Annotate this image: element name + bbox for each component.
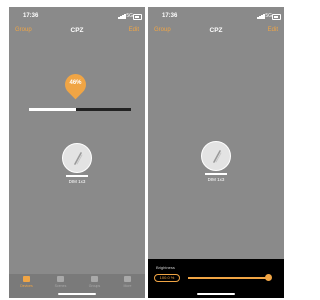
- home-indicator: [197, 293, 235, 295]
- lamp-icon: [213, 150, 222, 163]
- device-divider: [205, 173, 227, 175]
- page-title: CPZ: [209, 27, 223, 34]
- edit-button[interactable]: Edit: [129, 27, 139, 33]
- brightness-slider-fill: [29, 108, 76, 111]
- tab-label: Groups: [88, 284, 101, 288]
- device-button[interactable]: [62, 143, 92, 173]
- device-button[interactable]: [201, 141, 231, 171]
- device-name: DIM 1x3: [68, 179, 86, 184]
- signal-icon: [257, 14, 265, 19]
- page-title: CPZ: [70, 27, 84, 34]
- tab-label: Scenes: [54, 284, 67, 288]
- brightness-label: Brightness: [156, 265, 175, 270]
- nav-bar: Group CPZ Edit: [9, 27, 145, 39]
- nav-bar: Group CPZ Edit: [148, 27, 284, 39]
- signal-icon: [118, 14, 126, 19]
- brightness-slider-handle[interactable]: [265, 274, 272, 281]
- tab-label: Devices: [20, 284, 33, 288]
- status-bar: 17:36 5G: [148, 13, 284, 23]
- groups-icon: [91, 276, 98, 282]
- brightness-value-pill: 100.0 %: [154, 274, 180, 282]
- brightness-slider[interactable]: [29, 108, 131, 111]
- phone-screen-right: 17:36 5G Group CPZ Edit DIM 1x3 Brightne…: [148, 7, 284, 298]
- tab-devices[interactable]: Devices: [13, 276, 40, 292]
- tab-groups[interactable]: Groups: [81, 276, 108, 292]
- network-label: 5G: [126, 13, 133, 19]
- status-bar: 17:36 5G: [9, 13, 145, 23]
- devices-icon: [23, 276, 30, 282]
- device-divider: [66, 175, 88, 177]
- edit-button[interactable]: Edit: [268, 27, 278, 33]
- more-icon: [124, 276, 131, 282]
- tab-more[interactable]: More: [114, 276, 141, 292]
- tab-label: More: [123, 284, 132, 288]
- brightness-slider[interactable]: [188, 277, 270, 279]
- battery-icon: [133, 14, 142, 20]
- scenes-icon: [57, 276, 64, 282]
- brightness-badge: 46%: [69, 80, 82, 86]
- phone-screen-left: 17:36 5G Group CPZ Edit 46% DIM 1x3 Devi…: [9, 7, 145, 298]
- status-time: 17:36: [162, 13, 178, 19]
- device-name: DIM 1x3: [207, 177, 225, 182]
- status-time: 17:36: [23, 13, 39, 19]
- home-indicator: [58, 293, 96, 295]
- tab-scenes[interactable]: Scenes: [47, 276, 74, 292]
- battery-icon: [272, 14, 281, 20]
- network-label: 5G: [265, 13, 272, 19]
- lamp-icon: [74, 152, 83, 165]
